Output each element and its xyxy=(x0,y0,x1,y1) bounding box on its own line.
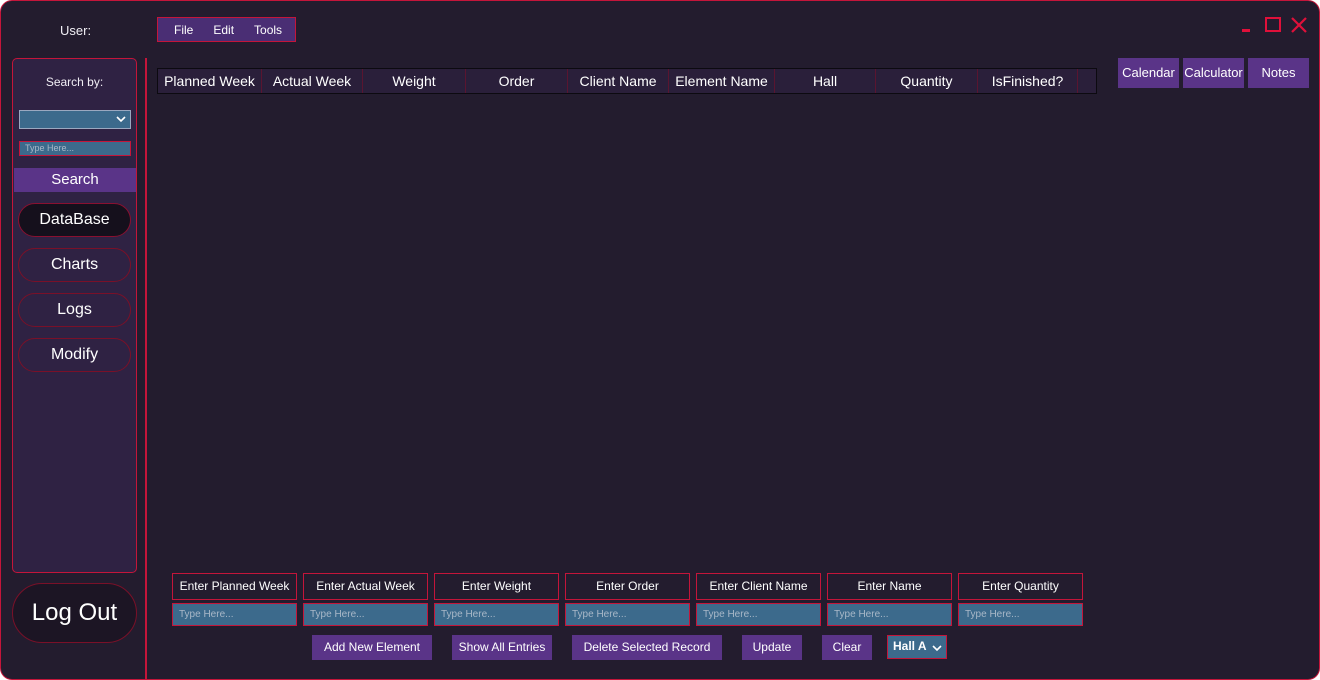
column-header-element-name[interactable]: Element Name xyxy=(669,69,775,93)
column-header-isfinished[interactable]: IsFinished? xyxy=(978,69,1078,93)
update-button[interactable]: Update xyxy=(742,635,802,660)
chevron-down-icon xyxy=(116,116,126,123)
hall-select[interactable]: Hall A xyxy=(887,635,947,659)
label-actual-week: Enter Actual Week xyxy=(303,573,428,600)
hall-select-value: Hall A xyxy=(893,639,927,653)
column-header-weight[interactable]: Weight xyxy=(363,69,466,93)
app-window: User: File Edit Tools Search by: Type He… xyxy=(0,0,1320,680)
delete-selected-record-button[interactable]: Delete Selected Record xyxy=(572,635,722,660)
table-header: Planned Week Actual Week Weight Order Cl… xyxy=(158,69,1096,93)
planned-week-input[interactable]: Type Here... xyxy=(172,603,297,626)
column-header-quantity[interactable]: Quantity xyxy=(876,69,978,93)
label-order: Enter Order xyxy=(565,573,690,600)
label-weight: Enter Weight xyxy=(434,573,559,600)
menu-edit[interactable]: Edit xyxy=(213,23,234,37)
sidebar: Search by: Type Here... Search DataBase … xyxy=(12,58,137,573)
close-icon[interactable] xyxy=(1289,15,1311,37)
notes-button[interactable]: Notes xyxy=(1248,58,1309,88)
search-by-label: Search by: xyxy=(45,75,104,89)
name-input[interactable]: Type Here... xyxy=(827,603,952,626)
show-all-entries-button[interactable]: Show All Entries xyxy=(452,635,552,660)
add-new-element-button[interactable]: Add New Element xyxy=(312,635,432,660)
sidebar-divider xyxy=(145,58,147,679)
label-client-name: Enter Client Name xyxy=(696,573,821,600)
column-header-client-name[interactable]: Client Name xyxy=(568,69,669,93)
data-table[interactable]: Planned Week Actual Week Weight Order Cl… xyxy=(157,68,1097,94)
calculator-button[interactable]: Calculator xyxy=(1183,58,1244,88)
quantity-input[interactable]: Type Here... xyxy=(958,603,1083,626)
user-label: User: xyxy=(60,23,92,38)
label-quantity: Enter Quantity xyxy=(958,573,1083,600)
nav-logs[interactable]: Logs xyxy=(18,293,131,327)
search-field-select[interactable] xyxy=(19,110,131,129)
weight-input[interactable]: Type Here... xyxy=(434,603,559,626)
nav-database[interactable]: DataBase xyxy=(18,203,131,237)
actual-week-input[interactable]: Type Here... xyxy=(303,603,428,626)
search-button[interactable]: Search xyxy=(14,168,136,192)
chevron-down-icon xyxy=(932,645,942,652)
label-name: Enter Name xyxy=(827,573,952,600)
column-header-planned-week[interactable]: Planned Week xyxy=(158,69,262,93)
window-controls xyxy=(1237,15,1311,37)
label-planned-week: Enter Planned Week xyxy=(172,573,297,600)
nav-modify[interactable]: Modify xyxy=(18,338,131,372)
column-header-order[interactable]: Order xyxy=(466,69,568,93)
minimize-icon[interactable] xyxy=(1237,15,1259,37)
menu-tools[interactable]: Tools xyxy=(254,23,282,37)
menu-bar: File Edit Tools xyxy=(157,17,296,42)
client-name-input[interactable]: Type Here... xyxy=(696,603,821,626)
clear-button[interactable]: Clear xyxy=(822,635,872,660)
maximize-icon[interactable] xyxy=(1263,15,1285,37)
nav-charts[interactable]: Charts xyxy=(18,248,131,282)
menu-file[interactable]: File xyxy=(174,23,193,37)
search-input[interactable]: Type Here... xyxy=(19,141,131,156)
order-input[interactable]: Type Here... xyxy=(565,603,690,626)
logout-button[interactable]: Log Out xyxy=(12,583,137,643)
column-header-actual-week[interactable]: Actual Week xyxy=(262,69,363,93)
calendar-button[interactable]: Calendar xyxy=(1118,58,1179,88)
column-header-hall[interactable]: Hall xyxy=(775,69,876,93)
